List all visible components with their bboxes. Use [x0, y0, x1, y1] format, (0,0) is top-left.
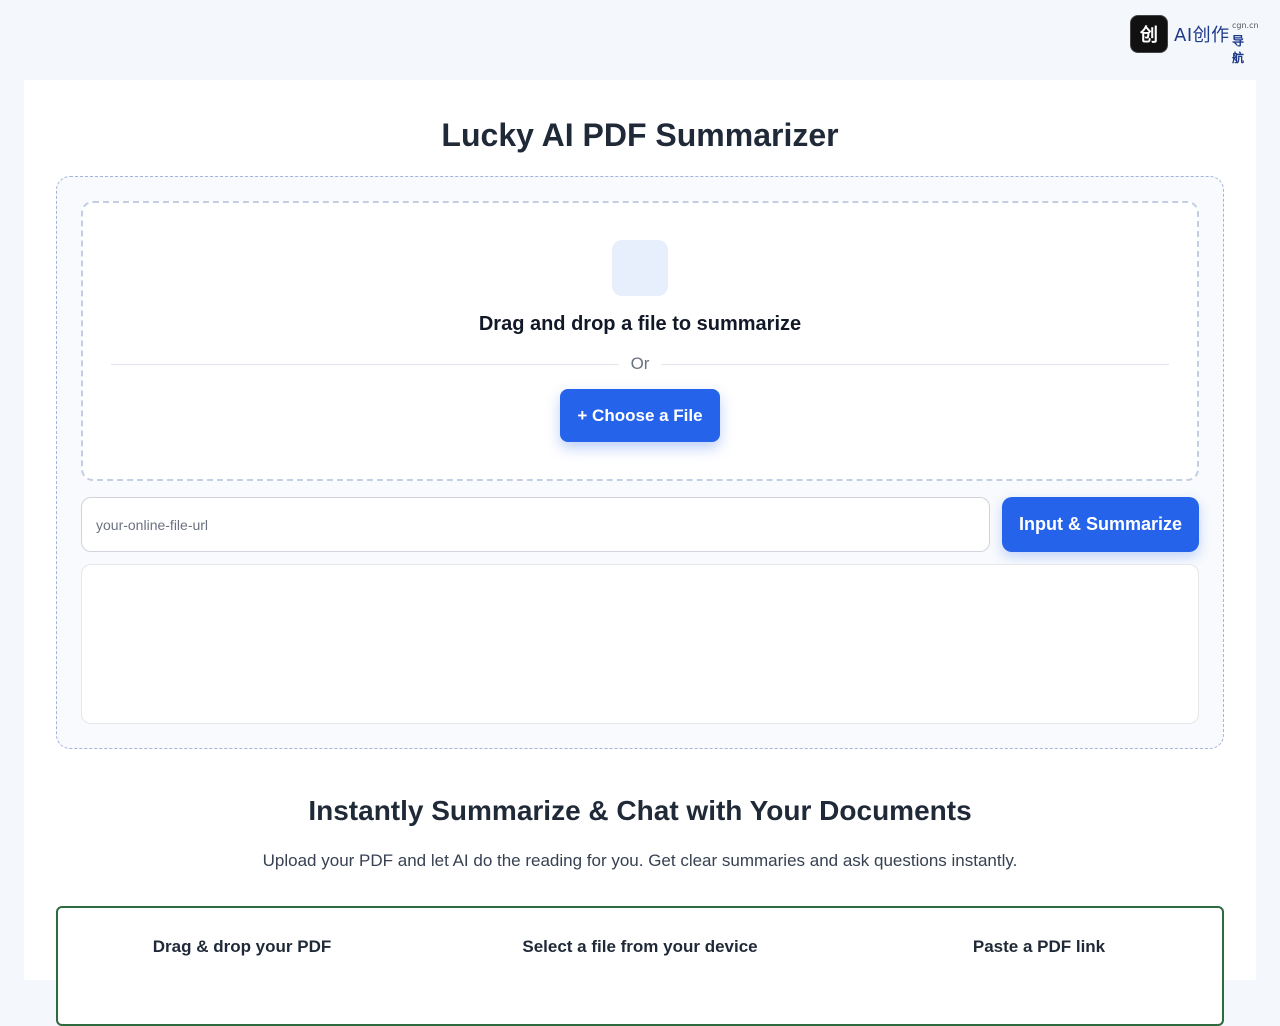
file-drop-zone[interactable]: Drag and drop a file to summarize Or + C… — [81, 201, 1199, 481]
divider-line-left — [111, 363, 619, 365]
or-label: Or — [630, 354, 650, 373]
summary-output-area — [81, 564, 1199, 724]
brand-logo[interactable]: 创 AI创作 cgn.cn 导航 — [1130, 15, 1259, 65]
input-summarize-button[interactable]: Input & Summarize — [1002, 497, 1199, 552]
choose-file-button[interactable]: + Choose a File — [560, 389, 720, 442]
step-paste-link: Paste a PDF link — [972, 937, 1106, 956]
file-upload-icon — [612, 240, 668, 296]
features-heading: Instantly Summarize & Chat with Your Doc… — [308, 795, 972, 826]
brand-logo-icon: 创 — [1130, 15, 1168, 53]
brand-text: AI创作 cgn.cn 导航 — [1174, 21, 1259, 65]
drop-instructions: Drag and drop a file to summarize — [478, 313, 802, 335]
file-url-input[interactable] — [81, 497, 990, 552]
features-subheading: Upload your PDF and let AI do the readin… — [262, 851, 1018, 870]
step-select-file: Select a file from your device — [522, 937, 758, 956]
brand-nav-label: 导航 — [1232, 34, 1245, 65]
brand-name: AI创作 — [1174, 25, 1230, 46]
or-divider: Or — [111, 353, 1170, 375]
step-drag-drop: Drag & drop your PDF — [152, 937, 332, 956]
page-title: Lucky AI PDF Summarizer — [441, 117, 839, 153]
brand-domain: cgn.cn — [1232, 21, 1259, 30]
main-card: Lucky AI PDF Summarizer Drag and drop a … — [24, 80, 1256, 1026]
divider-line-right — [661, 363, 1170, 365]
how-it-works-steps: Drag & drop your PDF Select a file from … — [56, 906, 1224, 1026]
summarizer-tool: Drag and drop a file to summarize Or + C… — [56, 176, 1224, 749]
